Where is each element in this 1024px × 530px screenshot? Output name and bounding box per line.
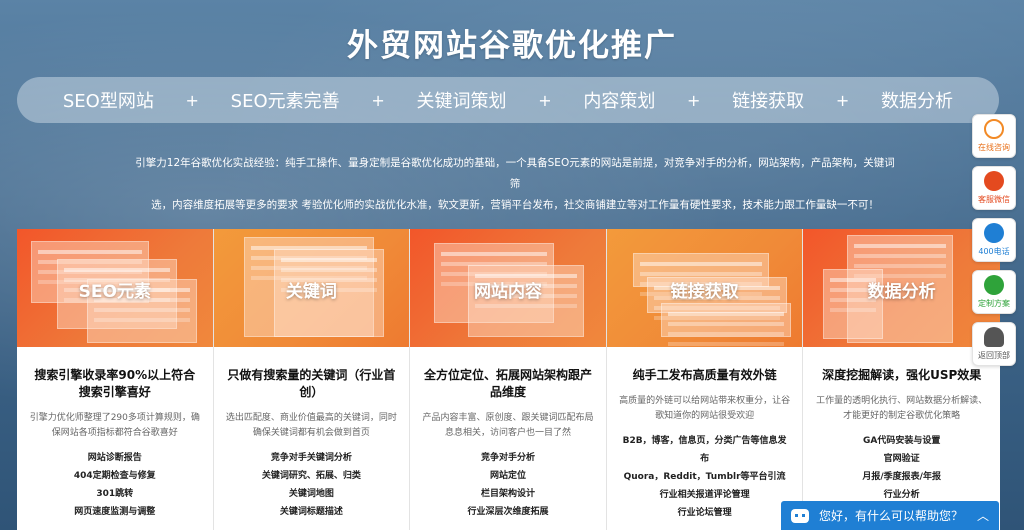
list-item: 301跳转 [96,489,134,499]
list-item: 关键词研究、拓展、归类 [261,471,361,481]
custom-plan-button[interactable]: 定制方案 [972,270,1016,314]
list-item: 404定期检查与修复 [73,471,156,481]
chat-icon [791,508,809,523]
card-headline: 只做有搜索量的关键词（行业首创） [227,368,396,399]
card-image: SEO元素 [17,229,213,347]
card-feature-list: B2B，博客，信息页，分类广告等信息发布 Quora，Reddit，Tumblr… [619,432,791,522]
card-image: 数据分析 [803,229,1000,347]
list-item: 行业深层次维度拓展 [467,507,549,517]
wechat-button[interactable]: 客服微信 [972,166,1016,210]
phone-icon [984,223,1004,243]
card-headline: 纯手工发布高质量有效外链 [632,368,777,382]
card-description: 引擎力优化师整理了290多项计算规则，确保网站各项指标都符合谷歌喜好 [29,413,200,438]
page-title: 外贸网站谷歌优化推广 [347,28,677,64]
card-headline: 全方位定位、拓展网站架构跟产品维度 [423,368,592,399]
chat-bubble-icon [984,275,1004,295]
list-item: 月报/季度报表/年报 [862,472,941,482]
card-headline: 深度挖掘解读，强化USP效果 [822,368,982,382]
card-feature-list: 竞争对手关键词分析 关键词研究、拓展、归类 关键词地图 关键词标题描述 [226,449,398,521]
service-cards: SEO元素 搜索引擎收录率90%以上符合搜索引擎喜好 引擎力优化师整理了290多… [17,229,1000,530]
phone-button[interactable]: 400电话 [972,218,1016,262]
service-card-analytics[interactable]: 数据分析 深度挖掘解读，强化USP效果 工作量的透明化执行、网站数据分析解读、才… [803,229,1000,530]
service-card-content[interactable]: 网站内容 全方位定位、拓展网站架构跟产品维度 产品内容丰富、原创度、跟关键词匹配… [410,229,607,530]
list-item: 竞争对手关键词分析 [270,453,352,463]
card-image-label: 网站内容 [473,282,542,302]
rocket-icon [984,327,1004,347]
card-image-label: 关键词 [285,282,337,302]
card-description: 选出匹配度、商业价值最高的关键词，同时确保关键词都有机会做到首页 [225,413,397,438]
chat-prompt: 您好，有什么可以帮助您？ [819,509,964,523]
floating-sidebar: 在线咨询 客服微信 400电话 定制方案 返回顶部 [972,114,1016,366]
nav-separator: + [687,90,701,110]
service-card-seo-elements[interactable]: SEO元素 搜索引擎收录率90%以上符合搜索引擎喜好 引擎力优化师整理了290多… [17,229,214,530]
list-item: B2B，博客，信息页，分类广告等信息发布 [622,436,787,464]
intro-line: 选，内容维度拓展等更多的要求 考验优化师的实战优化水准，软文更新，营销平台发布，… [151,199,879,211]
intro-text: 引擎力12年谷歌优化实战经验：纯手工操作、量身定制是谷歌优化成功的基础，一个具备… [135,153,895,216]
sidebar-label: 在线咨询 [978,143,1010,152]
headset-icon [984,119,1004,139]
card-feature-list: GA代码安装与设置 官网验证 月报/季度报表/年报 行业分析 [815,432,988,504]
chevron-up-icon[interactable]: ︿ [977,507,989,524]
service-card-links[interactable]: 链接获取 纯手工发布高质量有效外链 高质量的外链可以给网站带来权重分，让谷歌知道… [606,229,804,530]
list-item: 网站定位 [489,471,526,481]
card-feature-list: 竞争对手分析 网站定位 栏目架构设计 行业深层次维度拓展 [422,449,594,521]
list-item: 网页速度监测与调整 [74,507,156,517]
card-image: 网站内容 [410,229,606,347]
list-item: 官网验证 [883,454,920,464]
nav-separator: + [835,90,850,110]
card-image-label: 数据分析 [867,282,936,302]
sidebar-label: 400电话 [978,247,1010,256]
sidebar-label: 定制方案 [978,299,1010,308]
card-description: 高质量的外链可以给网站带来权重分，让谷歌知道你的网站很受欢迎 [619,396,791,421]
card-image: 关键词 [213,229,410,347]
nav-separator: + [371,90,385,110]
intro-line: 引擎力12年谷歌优化实战经验：纯手工操作、量身定制是谷歌优化成功的基础，一个具备… [135,157,895,190]
nav-item-data-analysis[interactable]: 数据分析 [881,87,953,113]
sidebar-label: 客服微信 [978,195,1010,204]
list-item: 关键词地图 [288,489,334,499]
chat-widget-bar[interactable]: 您好，有什么可以帮助您？ ︿ [781,501,999,530]
list-item: 竞争对手分析 [480,453,535,463]
service-nav: SEO型网站 + SEO元素完善 + 关键词策划 + 内容策划 + 链接获取 +… [17,77,999,123]
list-item: 栏目架构设计 [480,489,535,499]
card-headline: 搜索引擎收录率90%以上符合搜索引擎喜好 [34,368,196,399]
list-item: 行业相关报道评论管理 [659,490,750,500]
nav-item-link-building[interactable]: 链接获取 [732,87,804,113]
card-description: 工作量的透明化执行、网站数据分析解读、才能更好的制定谷歌优化策略 [816,396,988,421]
list-item: Quora，Reddit，Tumblr等平台引流 [623,472,786,482]
service-card-keywords[interactable]: 关键词 只做有搜索量的关键词（行业首创） 选出匹配度、商业价值最高的关键词，同时… [213,229,411,530]
wechat-icon [984,171,1004,191]
card-image: 链接获取 [606,229,803,347]
list-item: 网站诊断报告 [87,453,142,463]
list-item: GA代码安装与设置 [862,436,941,446]
nav-separator: + [538,90,552,110]
list-item: 行业论坛管理 [677,508,732,518]
online-consult-button[interactable]: 在线咨询 [972,114,1016,158]
card-image-label: SEO元素 [78,282,151,302]
card-description: 产品内容丰富、原创度、跟关键词匹配布局息息相关，访问客户也一目了然 [422,413,594,438]
nav-separator: + [185,90,199,110]
list-item: 关键词标题描述 [279,507,343,517]
card-image-label: 链接获取 [670,282,739,302]
nav-item-seo-elements[interactable]: SEO元素完善 [231,87,340,113]
back-to-top-button[interactable]: 返回顶部 [972,322,1016,366]
nav-item-content-planning[interactable]: 内容策划 [583,87,655,113]
sidebar-label: 返回顶部 [978,351,1010,360]
nav-item-seo-site[interactable]: SEO型网站 [63,87,154,113]
card-feature-list: 网站诊断报告 404定期检查与修复 301跳转 网页速度监测与调整 [29,449,201,521]
nav-item-keyword-planning[interactable]: 关键词策划 [416,87,506,113]
